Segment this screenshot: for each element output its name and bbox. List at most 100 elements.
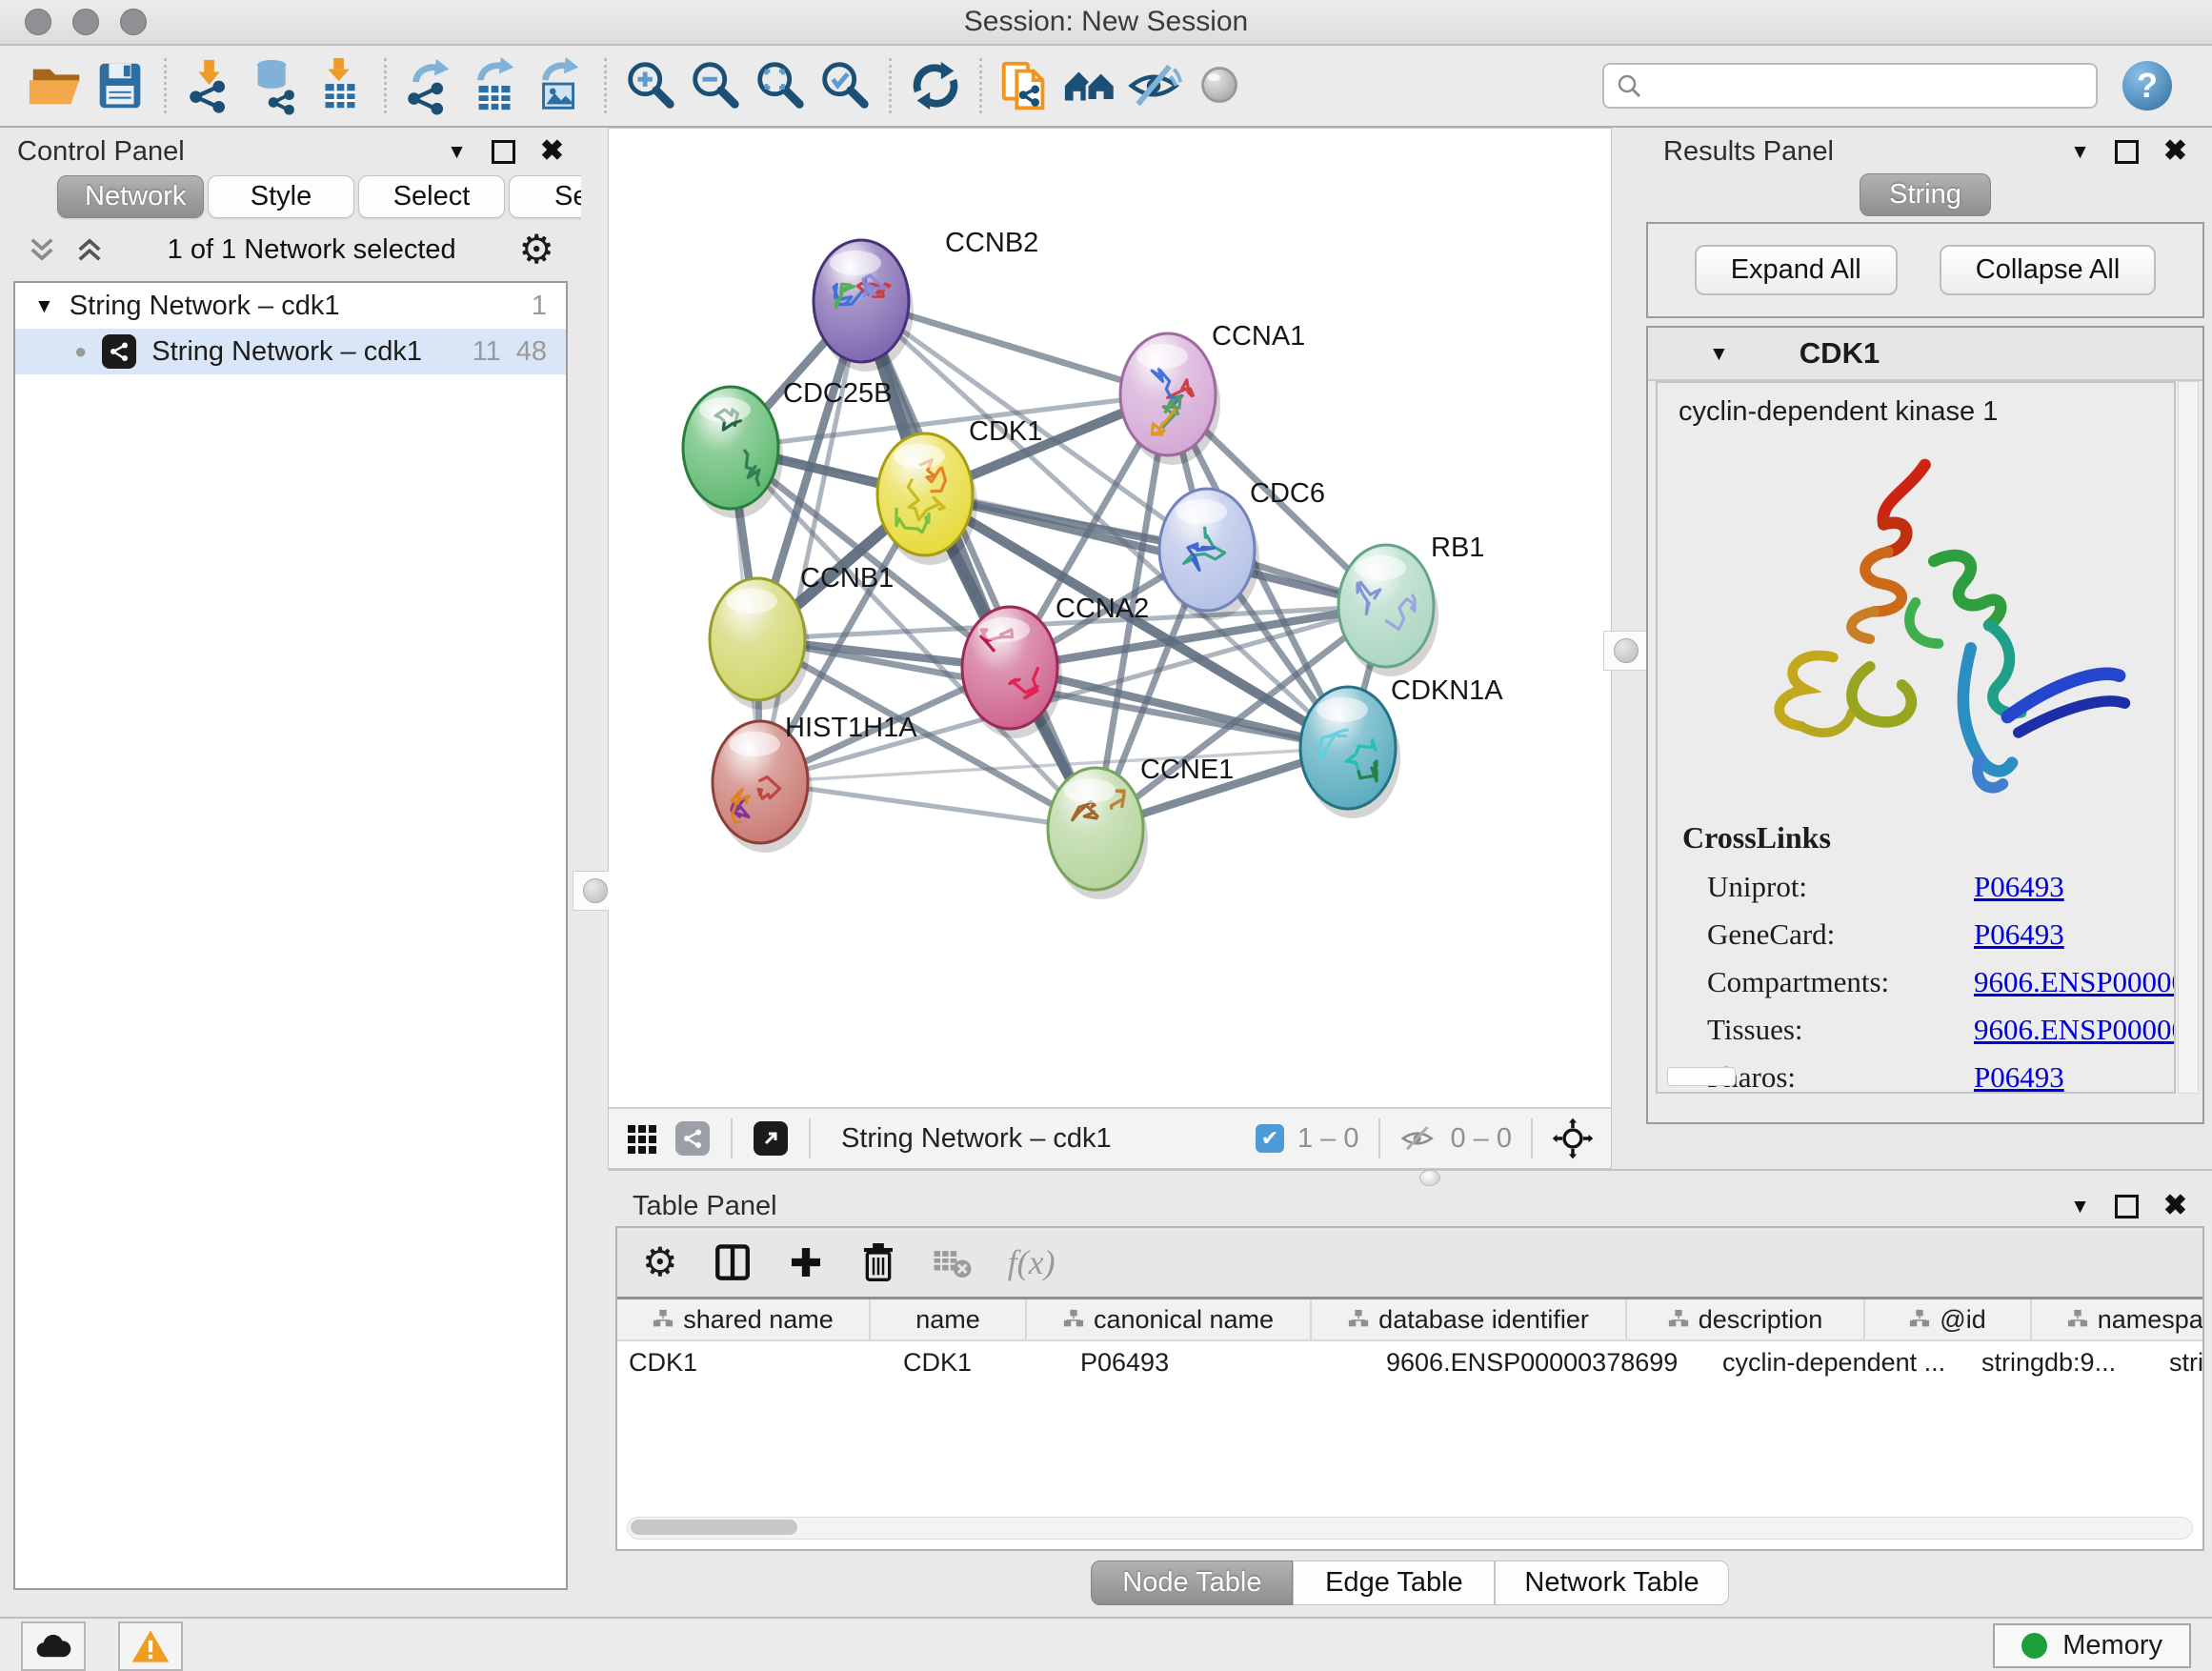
gene-section-header[interactable]: ▼ CDK1: [1648, 328, 2202, 381]
float-panel-icon[interactable]: [492, 140, 515, 164]
open-in-browser-icon[interactable]: [754, 1121, 788, 1156]
tab-style[interactable]: Style: [208, 175, 354, 218]
left-splitter[interactable]: [581, 128, 608, 1617]
import-table-file-button[interactable]: [308, 54, 372, 117]
crosslink-row: GeneCard:P06493: [1682, 911, 2149, 958]
export-to-ndex-button[interactable]: [994, 54, 1058, 117]
node-RB1[interactable]: [1338, 545, 1438, 676]
node-CDKN1A[interactable]: [1300, 687, 1400, 818]
crosslink-value[interactable]: P06493: [1974, 1054, 2064, 1094]
column-header-name[interactable]: name: [871, 1299, 1027, 1339]
zoom-fit-button[interactable]: [748, 54, 813, 117]
cytoscape-window: Session: New Session: [0, 0, 2212, 1671]
show-hide-graphics-button[interactable]: [1123, 54, 1188, 117]
edge-CCNB2-CCNE1[interactable]: [861, 301, 1096, 829]
export-network-button[interactable]: [398, 54, 463, 117]
results-buttons-box: Expand All Collapse All: [1646, 222, 2204, 318]
collapse-panel-icon[interactable]: ▼: [447, 142, 467, 162]
table-horizontal-scrollbar[interactable]: [627, 1517, 2193, 1540]
export-table-button[interactable]: [463, 54, 528, 117]
protein-structure-image: [1658, 433, 2174, 807]
table-settings-gear-icon[interactable]: ⚙: [642, 1242, 678, 1282]
gear-icon[interactable]: ⚙: [518, 230, 554, 270]
scrollbar-thumb[interactable]: [631, 1520, 797, 1535]
node-CDC6[interactable]: [1159, 489, 1259, 620]
help-button[interactable]: ?: [2122, 61, 2172, 111]
save-floppy-icon: [90, 56, 150, 115]
splitter-handle[interactable]: [1419, 1170, 1440, 1186]
export-image-button[interactable]: [528, 54, 593, 117]
show-columns-icon[interactable]: [713, 1242, 753, 1282]
gray-sphere-icon: [1191, 56, 1250, 115]
search-input[interactable]: [1652, 70, 2084, 102]
vertical-scrollbar[interactable]: [2178, 381, 2199, 1094]
tab-network-table[interactable]: Network Table: [1495, 1560, 1728, 1605]
details-disabled-button[interactable]: [1188, 54, 1253, 117]
node-label-CCNB1: CCNB1: [800, 563, 894, 594]
horizontal-splitter[interactable]: [608, 1169, 2212, 1182]
selected-checkbox-icon[interactable]: ✔: [1256, 1124, 1284, 1153]
crosslink-value[interactable]: P06493: [1974, 863, 2064, 911]
crosslink-value[interactable]: 9606.ENSP00000378699: [1974, 1006, 2176, 1054]
column-header--id[interactable]: @id: [1865, 1299, 2032, 1339]
column-header-canonical-name[interactable]: canonical name: [1027, 1299, 1312, 1339]
tab-select[interactable]: Select: [358, 175, 505, 218]
expand-all-button[interactable]: Expand All: [1695, 245, 1898, 295]
node-CCNB1[interactable]: [710, 578, 810, 710]
section-expander-icon[interactable]: ▼: [1709, 344, 1729, 364]
open-session-button[interactable]: [23, 54, 88, 117]
window-title: Session: New Session: [0, 6, 2212, 38]
refresh-button[interactable]: [903, 54, 968, 117]
import-network-database-button[interactable]: [243, 54, 308, 117]
network-row-selected[interactable]: ● String Network – cdk1 11 48: [15, 329, 566, 374]
tab-string[interactable]: String: [1860, 173, 1991, 216]
fit-selected-crosshair-icon[interactable]: [1552, 1117, 1594, 1159]
shared-column-icon: [1909, 1309, 1930, 1330]
close-panel-icon[interactable]: ✖: [2163, 1192, 2187, 1220]
search-box[interactable]: [1602, 63, 2098, 109]
crosslink-row: Compartments:9606.ENSP00000378699: [1682, 958, 2149, 1006]
close-panel-icon[interactable]: ✖: [2163, 137, 2187, 166]
crosslink-value[interactable]: P06493: [1974, 911, 2064, 958]
tab-node-table[interactable]: Node Table: [1091, 1560, 1293, 1605]
open-browser-button[interactable]: [1058, 54, 1123, 117]
column-header-shared-name[interactable]: shared name: [617, 1299, 871, 1339]
collapse-panel-icon[interactable]: ▼: [2070, 142, 2090, 162]
network-share-icon[interactable]: [675, 1121, 710, 1156]
close-panel-icon[interactable]: ✖: [540, 137, 564, 166]
crosslink-value[interactable]: 9606.ENSP00000378699: [1974, 958, 2176, 1006]
crosslink-row: Tissues:9606.ENSP00000378699: [1682, 1006, 2149, 1054]
add-column-icon[interactable]: [787, 1243, 825, 1281]
zoom-selected-button[interactable]: [813, 54, 877, 117]
expand-all-icon[interactable]: [74, 234, 105, 265]
float-panel-icon[interactable]: [2115, 140, 2139, 164]
table-tabs: Node TableEdge TableNetwork Table: [615, 1551, 2204, 1617]
birds-eye-grid-icon[interactable]: [626, 1121, 660, 1156]
collapse-panel-icon[interactable]: ▼: [2070, 1197, 2090, 1217]
node-CCNE1[interactable]: [1048, 768, 1148, 899]
column-header-namespac[interactable]: namespac: [2032, 1299, 2202, 1339]
float-panel-icon[interactable]: [2115, 1195, 2139, 1218]
splitter-handle[interactable]: [1603, 631, 1649, 671]
save-session-button[interactable]: [88, 54, 152, 117]
collapse-all-icon[interactable]: [27, 234, 57, 265]
zoom-out-button[interactable]: [683, 54, 748, 117]
tab-edge-table[interactable]: Edge Table: [1293, 1560, 1495, 1605]
network-canvas[interactable]: CCNB2CCNA1CDC25BCDK1CDC6RB1CCNB1CCNA2CDK…: [609, 129, 1611, 1107]
horizontal-scrollbar-thumb[interactable]: [1667, 1067, 1736, 1086]
node-CCNB2[interactable]: [814, 240, 914, 372]
memory-button[interactable]: Memory: [1993, 1623, 2191, 1668]
zoom-in-button[interactable]: [618, 54, 683, 117]
tree-expander-icon[interactable]: ▼: [34, 296, 54, 316]
import-network-file-button[interactable]: [178, 54, 243, 117]
tab-network[interactable]: Network: [57, 175, 204, 218]
column-header-description[interactable]: description: [1627, 1299, 1865, 1339]
right-splitter[interactable]: [1612, 128, 1639, 1169]
delete-column-trash-icon[interactable]: [859, 1241, 897, 1283]
network-collection-row[interactable]: ▼ String Network – cdk1 1: [15, 283, 566, 329]
column-header-database-identifier[interactable]: database identifier: [1312, 1299, 1627, 1339]
collapse-all-button[interactable]: Collapse All: [1940, 245, 2157, 295]
table-row[interactable]: CDK1CDK1P064939606.ENSP00000378699cyclin…: [617, 1341, 2202, 1383]
warnings-button[interactable]: [118, 1621, 183, 1671]
cloud-status-button[interactable]: [21, 1621, 86, 1671]
